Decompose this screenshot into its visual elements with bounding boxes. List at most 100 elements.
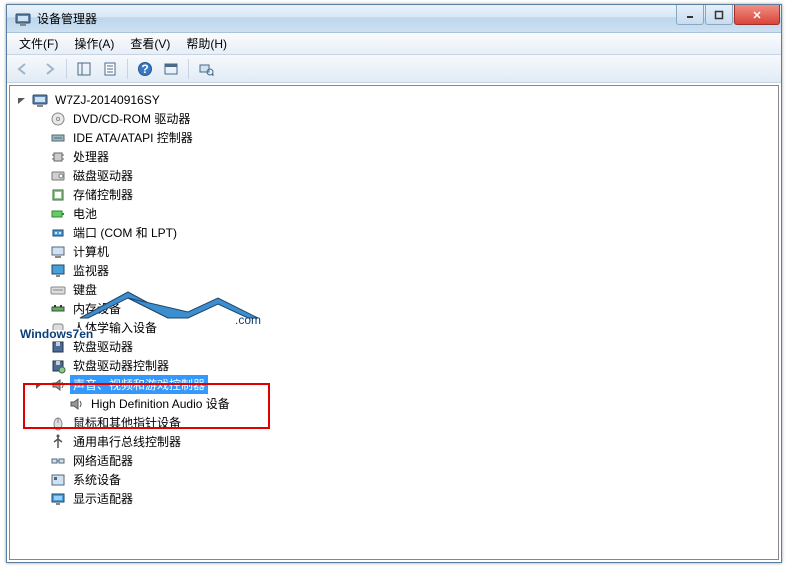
tree-item[interactable]: 系统设备 [14,470,778,489]
usb-icon [50,434,66,450]
tree-item[interactable]: 监视器 [14,261,778,280]
device-tree: W7ZJ-20140916SYDVD/CD-ROM 驱动器IDE ATA/ATA… [10,86,778,512]
scan-hardware-button[interactable] [194,57,218,81]
expand-arrow-icon [34,474,46,486]
toolbar-separator [188,59,189,79]
tree-item[interactable]: High Definition Audio 设备 [14,394,778,413]
tree-item[interactable]: 存储控制器 [14,185,778,204]
expand-arrow-icon [34,170,46,182]
tree-item-label: 通用串行总线控制器 [70,432,184,451]
expand-arrow-icon [34,303,46,315]
tree-item[interactable]: 电池 [14,204,778,223]
port-icon [50,225,66,241]
computer-root-icon [32,92,48,108]
titlebar[interactable]: 设备管理器 [7,5,781,33]
tree-item-label: 电池 [70,204,100,223]
maximize-button[interactable] [705,5,733,25]
tree-item-label: 软盘驱动器控制器 [70,356,172,375]
expand-arrow-icon [34,341,46,353]
tree-item[interactable]: IDE ATA/ATAPI 控制器 [14,128,778,147]
tree-item[interactable]: 软盘驱动器 [14,337,778,356]
expand-arrow-icon [34,246,46,258]
expand-arrow-icon [34,113,46,125]
expand-arrow-icon [34,227,46,239]
tree-item-label: DVD/CD-ROM 驱动器 [70,109,193,128]
battery-icon [50,206,66,222]
expand-arrow-icon [34,132,46,144]
collapse-arrow-icon[interactable] [34,379,46,391]
display-icon [50,491,66,507]
menu-action[interactable]: 操作(A) [66,33,122,54]
minimize-button[interactable] [676,5,704,25]
tree-item-label: 软盘驱动器 [70,337,136,356]
tree-item-label: 监视器 [70,261,112,280]
tree-item[interactable]: 键盘 [14,280,778,299]
menubar: 文件(F) 操作(A) 查看(V) 帮助(H) [7,33,781,55]
help-button[interactable]: ? [133,57,157,81]
expand-arrow-icon [34,360,46,372]
tree-content[interactable]: W7ZJ-20140916SYDVD/CD-ROM 驱动器IDE ATA/ATA… [9,85,779,560]
device-manager-window: 设备管理器 文件(F) 操作(A) 查看(V) 帮助(H) ? W7ZJ-201… [6,4,782,563]
tree-item-label: 内存设备 [70,299,124,318]
hid-icon [50,320,66,336]
sound-icon [50,377,66,393]
memory-icon [50,301,66,317]
tree-item[interactable]: 软盘驱动器控制器 [14,356,778,375]
tree-item-label: 端口 (COM 和 LPT) [70,223,180,242]
monitor-icon [50,263,66,279]
disc-icon [50,111,66,127]
tree-item[interactable]: 显示适配器 [14,489,778,508]
expand-arrow-icon [34,322,46,334]
action-button[interactable] [159,57,183,81]
expand-arrow-icon [34,493,46,505]
properties-button[interactable] [98,57,122,81]
back-button [11,57,35,81]
tree-item-label: 显示适配器 [70,489,136,508]
tree-item[interactable]: 端口 (COM 和 LPT) [14,223,778,242]
tree-item-label: 磁盘驱动器 [70,166,136,185]
expand-arrow-icon [34,265,46,277]
expand-arrow-icon [34,208,46,220]
toolbar: ? [7,55,781,83]
tree-item[interactable]: 网络适配器 [14,451,778,470]
tree-item[interactable]: 计算机 [14,242,778,261]
tree-item[interactable]: 磁盘驱动器 [14,166,778,185]
tree-item[interactable]: 声音、视频和游戏控制器 [14,375,778,394]
tree-item[interactable]: 处理器 [14,147,778,166]
tree-item[interactable]: 人体学输入设备 [14,318,778,337]
tree-item-label: IDE ATA/ATAPI 控制器 [70,128,196,147]
cpu-icon [50,149,66,165]
toolbar-separator [66,59,67,79]
mouse-icon [50,415,66,431]
expand-arrow-icon [34,436,46,448]
show-hide-tree-button[interactable] [72,57,96,81]
tree-item-label: 鼠标和其他指针设备 [70,413,184,432]
floppy-icon [50,339,66,355]
expand-arrow-icon [52,398,64,410]
disk-icon [50,168,66,184]
window-title: 设备管理器 [37,10,675,27]
floppy-ctrl-icon [50,358,66,374]
tree-item[interactable]: W7ZJ-20140916SY [14,90,778,109]
system-icon [50,472,66,488]
tree-item-label: 存储控制器 [70,185,136,204]
tree-item-label: 系统设备 [70,470,124,489]
tree-item[interactable]: 通用串行总线控制器 [14,432,778,451]
expand-arrow-icon [34,455,46,467]
tree-item[interactable]: 内存设备 [14,299,778,318]
tree-item-label: 计算机 [70,242,112,261]
toolbar-separator [127,59,128,79]
tree-item[interactable]: 鼠标和其他指针设备 [14,413,778,432]
device-manager-icon [15,11,31,27]
tree-item-label: W7ZJ-20140916SY [52,92,163,108]
tree-item[interactable]: DVD/CD-ROM 驱动器 [14,109,778,128]
storage-icon [50,187,66,203]
expand-arrow-icon [34,189,46,201]
close-button[interactable] [734,5,780,25]
menu-help[interactable]: 帮助(H) [178,33,235,54]
collapse-arrow-icon[interactable] [16,94,28,106]
forward-button [37,57,61,81]
menu-file[interactable]: 文件(F) [11,33,66,54]
menu-view[interactable]: 查看(V) [122,33,178,54]
expand-arrow-icon [34,284,46,296]
